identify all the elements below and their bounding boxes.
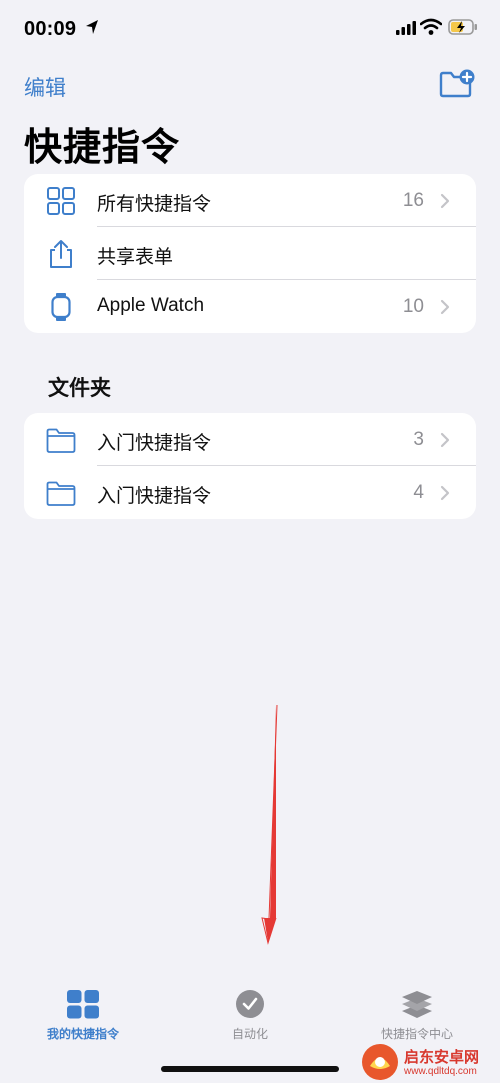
tab-label: 自动化 <box>231 1027 268 1041</box>
home-indicator[interactable] <box>161 1066 339 1072</box>
tab-automation[interactable]: 自动化 <box>167 975 333 1055</box>
watermark-logo-icon <box>362 1044 398 1080</box>
watermark: 启东安卓网 www.qdltdq.com <box>360 1040 500 1083</box>
watermark-text: 启东安卓网 <box>404 1049 480 1066</box>
annotation-arrow <box>261 704 278 945</box>
tab-label: 我的快捷指令 <box>46 1027 119 1041</box>
watermark-url: www.qdltdq.com <box>404 1066 477 1077</box>
grid-icon <box>67 990 99 1019</box>
clock-icon <box>236 990 264 1018</box>
tab-my-shortcuts[interactable]: 我的快捷指令 <box>0 975 166 1055</box>
layers-icon <box>402 991 432 1018</box>
